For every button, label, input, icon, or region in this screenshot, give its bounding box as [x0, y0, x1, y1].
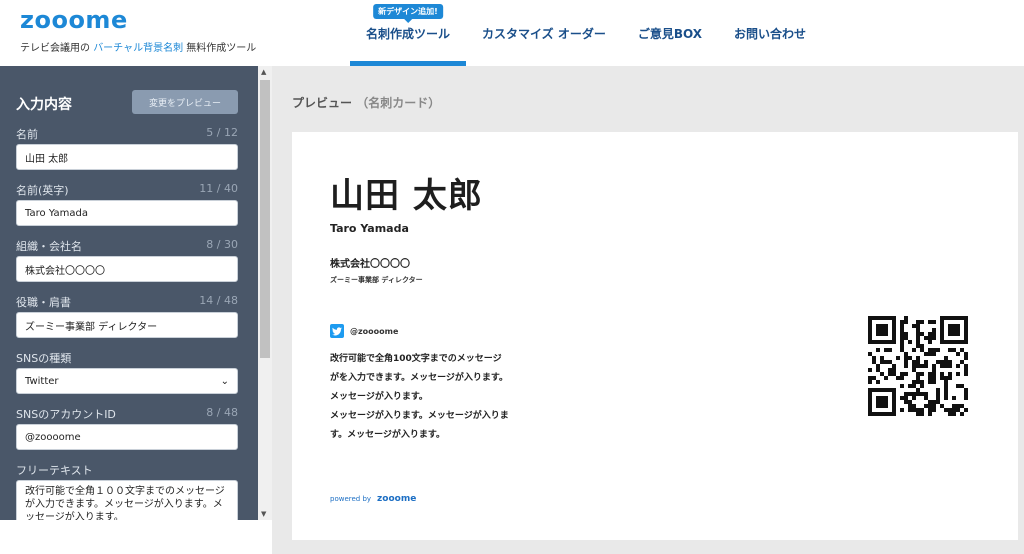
preview-heading-main: プレビュー [292, 96, 353, 110]
logo[interactable]: zooome [20, 6, 128, 34]
scroll-thumb[interactable] [260, 80, 270, 358]
card-text-line: メッセージが入ります。メッセージが入りま [330, 411, 509, 421]
name-counter: 5 / 12 [206, 126, 238, 139]
new-design-badge: 新デザイン追加! [373, 4, 443, 23]
card-sns-id: @zoooome [350, 326, 399, 336]
chevron-down-icon: ⌄ [220, 375, 229, 387]
qr-code [856, 304, 980, 428]
free-text-label: フリーテキスト [16, 464, 93, 477]
preview-heading: プレビュー （名刺カード） [292, 94, 440, 111]
scroll-down-arrow-icon[interactable]: ▼ [261, 510, 266, 518]
nav-label: カスタマイズ オーダー [482, 26, 606, 41]
name-en-counter: 11 / 40 [199, 182, 238, 195]
preview-changes-button[interactable]: 変更をプレビュー [132, 90, 238, 114]
org-counter: 8 / 30 [206, 238, 238, 251]
tagline-suffix: 無料作成ツール [186, 43, 257, 54]
name-input[interactable]: 山田 太郎 [16, 144, 238, 170]
card-text-line: 改行可能で全角100文字までのメッセージ [330, 354, 502, 364]
sns-type-value: Twitter [25, 375, 59, 387]
twitter-icon [330, 324, 344, 338]
title-input[interactable]: ズーミー事業部 ディレクター [16, 312, 238, 338]
card-role: ズーミー事業部 ディレクター [330, 276, 423, 284]
preview-heading-sub: （名刺カード） [356, 96, 441, 110]
input-panel: 入力内容 変更をプレビュー 名前 5 / 12 山田 太郎 名前(英字) 11 … [0, 66, 258, 520]
title-counter: 14 / 48 [199, 294, 238, 307]
sns-type-label: SNSの種類 [16, 352, 72, 365]
tagline-accent: バーチャル背景名刺 [93, 43, 184, 54]
name-label: 名前 [16, 128, 38, 141]
main-nav: 新デザイン追加! 名刺作成ツール カスタマイズ オーダー ご意見BOX お問い合… [350, 0, 822, 66]
name-en-label: 名前(英字) [16, 184, 69, 197]
powered-by-label: powered by [330, 495, 372, 503]
org-label: 組織・会社名 [16, 240, 82, 253]
card-org: 株式会社〇〇〇〇 [330, 259, 410, 270]
site-header: zooome テレビ会議用の バーチャル背景名刺 無料作成ツール 新デザイン追加… [0, 0, 1024, 66]
card-sns: @zoooome [330, 324, 398, 338]
panel-scrollbar[interactable]: ▲ ▼ [258, 66, 272, 520]
nav-feedback-box[interactable]: ご意見BOX [622, 0, 718, 66]
nav-label: お問い合わせ [734, 26, 807, 41]
panel-title: 入力内容 [16, 97, 72, 113]
nav-label: 名刺作成ツール [366, 26, 451, 41]
nav-custom-order[interactable]: カスタマイズ オーダー [466, 0, 622, 66]
powered-by: powered by zooome [330, 494, 416, 504]
card-text-line: メッセージが入ります。 [330, 392, 428, 402]
nav-label: ご意見BOX [637, 26, 703, 41]
tagline-prefix: テレビ会議用の [20, 43, 90, 54]
sns-id-counter: 8 / 48 [206, 406, 238, 419]
card-text-line: がを入力できます。メッセージが入ります。 [330, 373, 509, 383]
nav-contact[interactable]: お問い合わせ [718, 0, 822, 66]
card-free-text: 改行可能で全角100文字までのメッセージ がを入力できます。メッセージが入ります… [330, 350, 520, 445]
qr-code-graphic [868, 316, 968, 416]
business-card-preview: 山田 太郎 Taro Yamada 株式会社〇〇〇〇 ズーミー事業部 ディレクタ… [292, 132, 1018, 540]
card-name: 山田 太郎 [330, 176, 483, 216]
card-text-line: す。メッセージが入ります。 [330, 430, 446, 440]
title-label: 役職・肩書 [16, 296, 71, 309]
nav-card-tool[interactable]: 新デザイン追加! 名刺作成ツール [350, 0, 467, 66]
org-input[interactable]: 株式会社〇〇〇〇 [16, 256, 238, 282]
tagline: テレビ会議用の バーチャル背景名刺 無料作成ツール [20, 39, 256, 54]
sns-id-label: SNSのアカウントID [16, 408, 116, 421]
scroll-up-arrow-icon[interactable]: ▲ [261, 68, 266, 76]
card-name-en: Taro Yamada [330, 222, 409, 235]
powered-by-brand: zooome [377, 494, 417, 504]
free-text-textarea[interactable]: 改行可能で全角１００文字までのメッセージが入力できます。メッセージが入ります。メ… [16, 480, 238, 520]
sns-id-input[interactable]: @zoooome [16, 424, 238, 450]
sns-type-select[interactable]: Twitter ⌄ [16, 368, 238, 394]
name-en-input[interactable]: Taro Yamada [16, 200, 238, 226]
preview-area: プレビュー （名刺カード） 山田 太郎 Taro Yamada 株式会社〇〇〇〇… [272, 66, 1024, 554]
